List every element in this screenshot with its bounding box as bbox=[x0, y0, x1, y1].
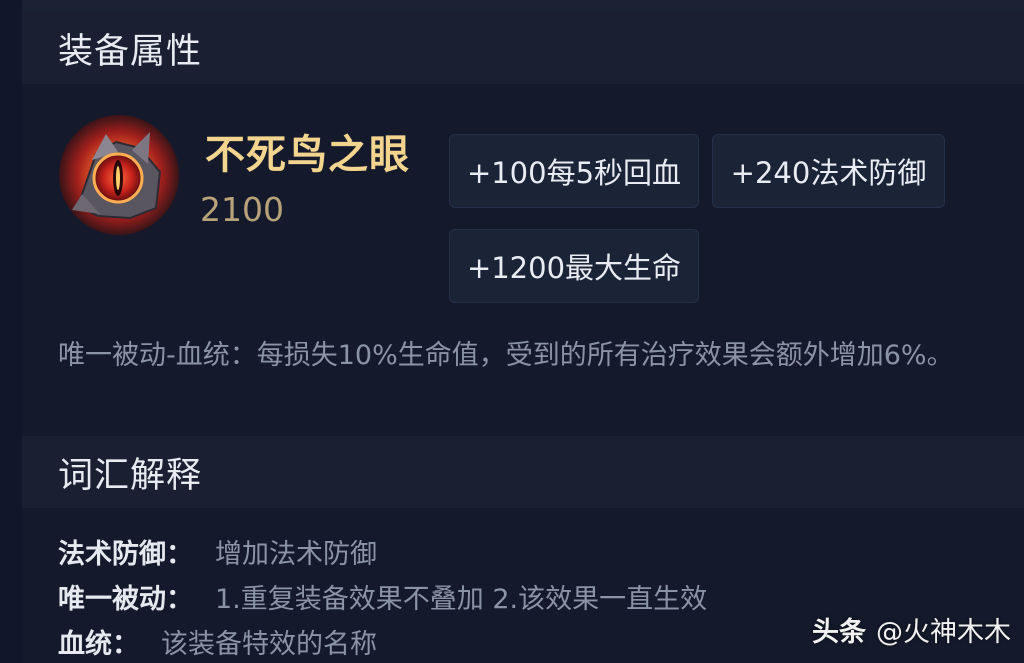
vocab-term: 唯一被动： bbox=[58, 584, 193, 615]
vocab-definition: 1.重复装备效果不叠加 2.该效果一直生效 bbox=[215, 584, 708, 615]
item-price: 2100 bbox=[200, 190, 284, 229]
watermark: 头条 @火神木木 bbox=[812, 610, 1011, 649]
passive-description: 唯一被动-血统：每损失10%生命值，受到的所有治疗效果会额外增加6%。 bbox=[58, 340, 954, 371]
vocabulary-section-header: 词汇解释 bbox=[22, 436, 1024, 508]
item-name: 不死鸟之眼 bbox=[205, 132, 410, 178]
left-edge-strip bbox=[0, 0, 23, 663]
vocab-definition: 该装备特效的名称 bbox=[161, 629, 377, 660]
phoenix-eye-icon[interactable] bbox=[58, 114, 180, 236]
vocabulary-section-title: 词汇解释 bbox=[58, 455, 203, 496]
vocab-entry: 法术防御： 增加法术防御 bbox=[58, 532, 377, 571]
vocab-entry: 唯一被动： 1.重复装备效果不叠加 2.该效果一直生效 bbox=[58, 577, 707, 616]
stat-chip-hp-regen: +100每5秒回血 bbox=[449, 134, 699, 208]
vocab-entry: 血统： 该装备特效的名称 bbox=[58, 622, 377, 661]
vocab-definition: 增加法术防御 bbox=[215, 539, 377, 570]
attributes-panel: 不死鸟之眼 2100 +100每5秒回血 +240法术防御 +1200最大生命 … bbox=[22, 84, 1024, 436]
watermark-brand: 头条 bbox=[812, 617, 866, 648]
stat-chip-max-hp: +1200最大生命 bbox=[449, 229, 699, 303]
vocab-term: 法术防御： bbox=[58, 539, 193, 570]
top-edge-strip bbox=[22, 0, 1024, 12]
attributes-section-title: 装备属性 bbox=[58, 31, 203, 72]
vocab-term: 血统： bbox=[58, 629, 139, 660]
stat-chip-magic-defense: +240法术防御 bbox=[712, 134, 945, 208]
watermark-author: @火神木木 bbox=[876, 617, 1011, 648]
attributes-section-header: 装备属性 bbox=[22, 12, 1024, 84]
